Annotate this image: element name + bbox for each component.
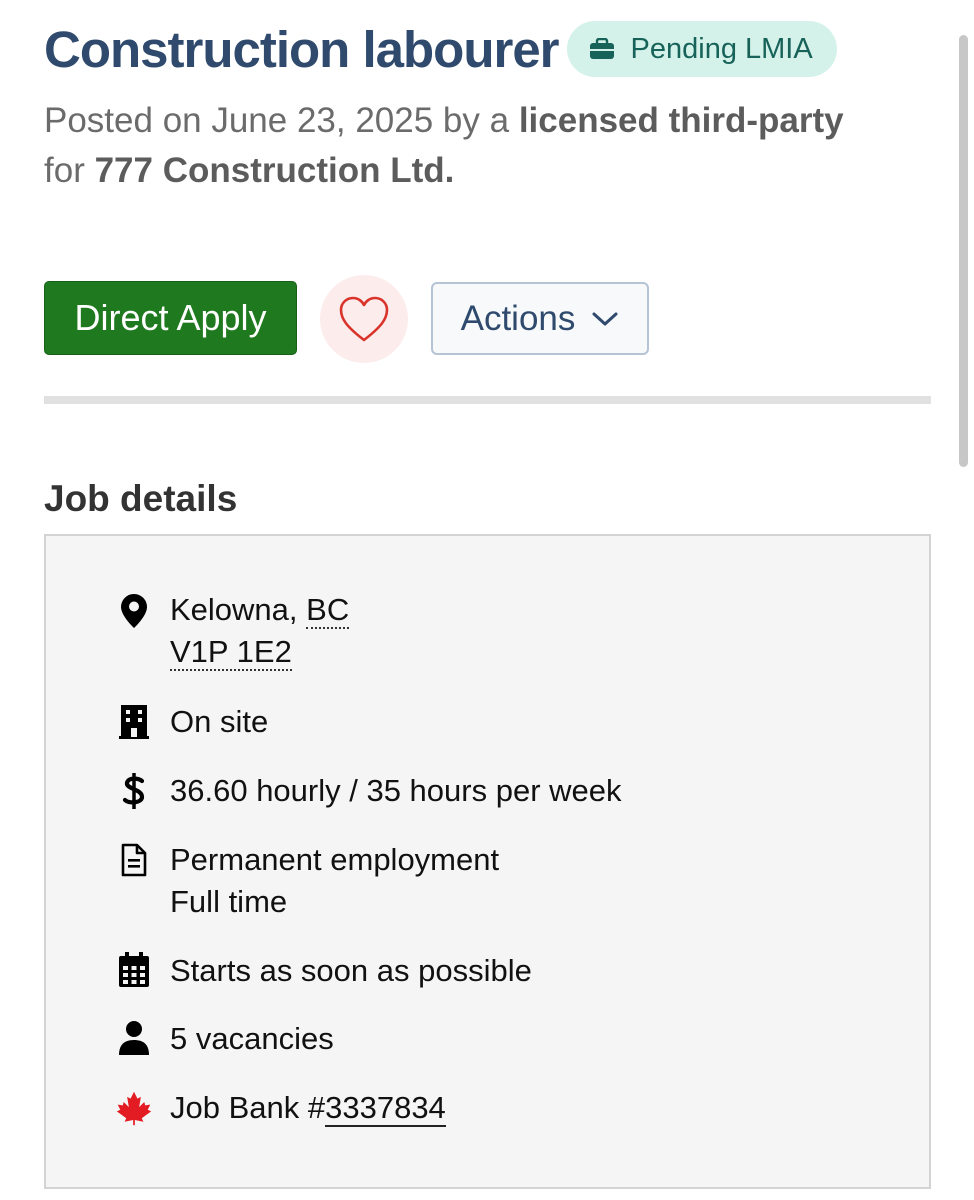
heart-icon: [339, 296, 389, 342]
actions-label: Actions: [460, 298, 576, 338]
vacancies: 5 vacancies: [170, 1021, 334, 1056]
person-icon: [119, 1021, 149, 1055]
work-location-row: On site: [116, 701, 268, 743]
start-date: Starts as soon as possible: [170, 953, 532, 988]
employment-row: Permanent employment Full time: [116, 839, 499, 923]
title-row: Construction labourer Pending LMIA: [44, 14, 837, 84]
job-bank-number-link[interactable]: 3337834: [325, 1090, 446, 1127]
for-prefix: for: [44, 151, 85, 190]
calendar-icon: [119, 952, 149, 987]
favourite-button[interactable]: [320, 275, 408, 363]
maple-leaf-icon: [116, 1091, 152, 1126]
posted-date: Posted on June 23, 2025 by a: [44, 101, 510, 140]
actions-dropdown-button[interactable]: Actions: [431, 282, 649, 355]
chevron-down-icon: [592, 312, 618, 325]
work-schedule: Full time: [170, 884, 288, 919]
pay-rate: 36.60 hourly / 35 hours per week: [170, 773, 622, 808]
building-icon: [119, 705, 149, 739]
work-location: On site: [170, 704, 269, 739]
postal-code[interactable]: V1P 1E2: [170, 634, 292, 671]
city: Kelowna,: [170, 592, 298, 627]
job-details-heading: Job details: [44, 478, 238, 519]
job-bank-row: Job Bank #3337834: [116, 1087, 446, 1129]
status-badge-label: Pending LMIA: [630, 32, 813, 65]
vacancies-row: 5 vacancies: [116, 1018, 334, 1060]
posted-by: licensed third-party: [518, 101, 844, 140]
direct-apply-button[interactable]: Direct Apply: [44, 281, 297, 355]
document-icon: [121, 843, 147, 877]
employer-name: 777 Construction Ltd.: [94, 151, 455, 190]
scrollbar[interactable]: [959, 35, 968, 467]
briefcase-icon: [589, 38, 614, 59]
start-date-row: Starts as soon as possible: [116, 950, 532, 992]
dollar-icon: [122, 773, 145, 809]
map-pin-icon: [121, 594, 147, 628]
location-row: Kelowna, BC V1P 1E2: [116, 589, 350, 673]
province[interactable]: BC: [306, 592, 350, 629]
status-badge: Pending LMIA: [566, 21, 837, 77]
job-details-panel: Kelowna, BC V1P 1E2 On site 36.60 hourly…: [44, 534, 931, 1189]
pay-row: 36.60 hourly / 35 hours per week: [116, 770, 622, 812]
page-title: Construction labourer: [44, 20, 560, 78]
posting-info: Posted on June 23, 2025 by a licensed th…: [44, 96, 924, 196]
job-bank-prefix: Job Bank #: [170, 1090, 326, 1125]
divider: [44, 396, 931, 404]
employment-type: Permanent employment: [170, 842, 500, 877]
